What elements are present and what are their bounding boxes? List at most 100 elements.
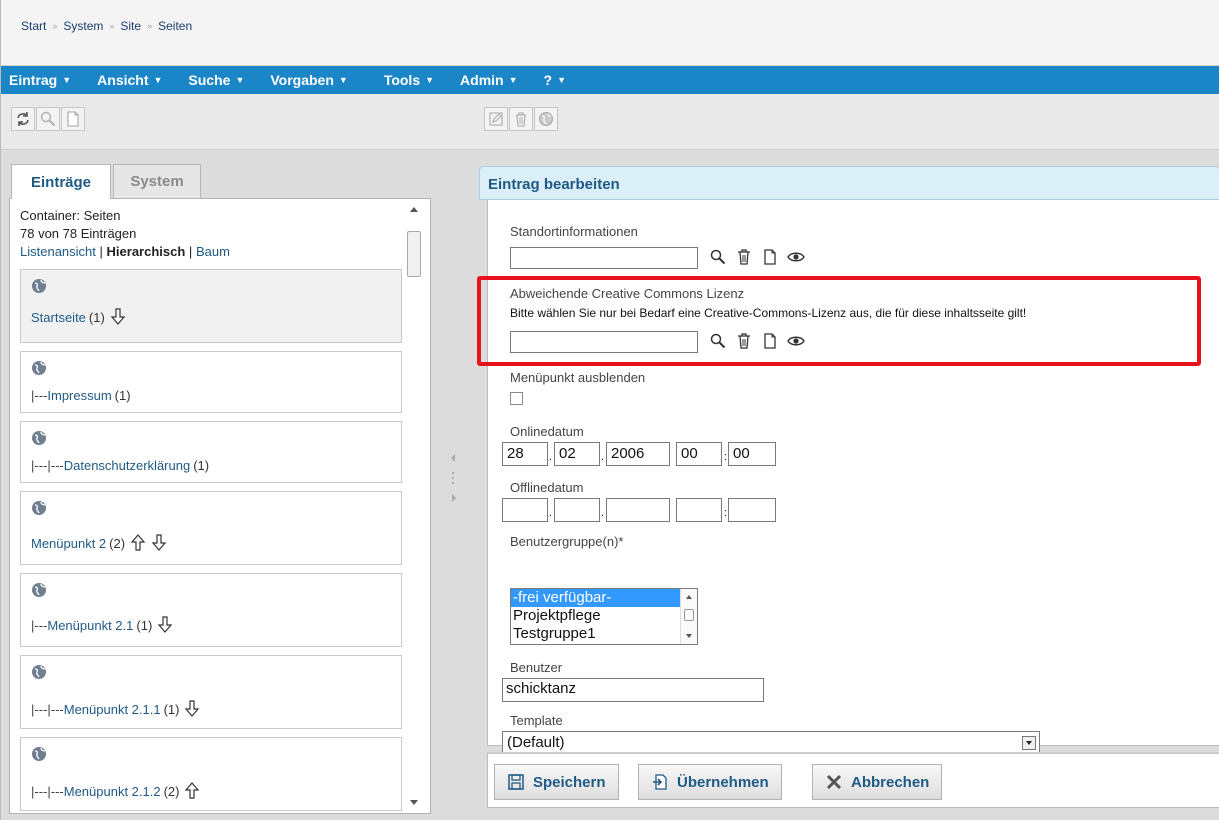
cancel-button[interactable]: Abbrechen xyxy=(812,764,943,800)
save-button[interactable]: Speichern xyxy=(494,764,619,800)
online-day-input[interactable]: 28 xyxy=(502,442,548,466)
list-item[interactable]: |--- Menüpunkt 2.1 (1) xyxy=(20,573,402,647)
entry-title-link[interactable]: Menüpunkt 2.1.1 xyxy=(64,702,161,717)
document-icon xyxy=(67,111,79,127)
scroll-up-icon[interactable] xyxy=(410,207,418,212)
globe-icon[interactable] xyxy=(31,746,47,762)
new-document-button[interactable] xyxy=(61,107,85,131)
user-group-option[interactable]: Projektpflege xyxy=(511,607,697,625)
entry-title-link[interactable]: Menüpunkt 2.1 xyxy=(47,618,133,633)
online-year-input[interactable]: 2006 xyxy=(606,442,670,466)
entry-title-link[interactable]: Menüpunkt 2.1.2 xyxy=(64,784,161,799)
user-group-option[interactable]: -frei verfügbar- xyxy=(511,589,697,607)
list-item[interactable]: |--- Impressum (1) xyxy=(20,351,402,413)
cc-new-button[interactable] xyxy=(758,329,782,353)
date-separator: . xyxy=(549,451,553,463)
trash-icon xyxy=(738,249,750,265)
move-down-arrow-icon[interactable] xyxy=(151,534,167,551)
globe-icon[interactable] xyxy=(31,278,47,294)
entry-tree-prefix: |--- xyxy=(31,618,48,633)
menu-eintrag[interactable]: Eintrag ▼ xyxy=(9,72,71,88)
globe-icon[interactable] xyxy=(31,360,47,376)
move-down-arrow-icon[interactable] xyxy=(157,616,173,633)
menu-admin[interactable]: Admin ▼ xyxy=(460,72,517,88)
scroll-down-icon[interactable] xyxy=(410,800,418,805)
offline-day-input[interactable] xyxy=(502,498,548,522)
online-minute-input[interactable]: 00 xyxy=(728,442,776,466)
move-up-arrow-icon[interactable] xyxy=(130,534,146,551)
standort-view-button[interactable] xyxy=(784,245,808,269)
menu-ansicht[interactable]: Ansicht ▼ xyxy=(97,72,162,88)
standort-search-button[interactable] xyxy=(706,245,730,269)
menu-suche-label: Suche xyxy=(188,72,231,88)
entry-title-link[interactable]: Impressum xyxy=(47,388,111,403)
listbox-scrollbar[interactable] xyxy=(680,589,697,644)
online-month-input[interactable]: 02 xyxy=(554,442,600,466)
edit-button[interactable] xyxy=(484,107,508,131)
entry-title-link[interactable]: Datenschutzerklärung xyxy=(64,458,190,473)
scroll-down-icon[interactable] xyxy=(686,634,692,638)
menu-suche[interactable]: Suche ▼ xyxy=(188,72,244,88)
form-actions: Speichern Übernehmen Abbrechen xyxy=(487,752,1219,808)
move-down-arrow-icon[interactable] xyxy=(110,308,126,325)
move-up-arrow-icon[interactable] xyxy=(184,782,200,799)
cc-delete-button[interactable] xyxy=(732,329,756,353)
refresh-button[interactable] xyxy=(11,107,35,131)
standort-delete-button[interactable] xyxy=(732,245,756,269)
chevron-down-icon[interactable] xyxy=(1022,736,1036,750)
user-groups-listbox[interactable]: -frei verfügbar- Projektpflege Testgrupp… xyxy=(510,588,698,645)
standort-input[interactable] xyxy=(510,247,698,269)
scrollbar-thumb[interactable] xyxy=(684,609,694,621)
globe-icon[interactable] xyxy=(31,582,47,598)
search-button[interactable] xyxy=(36,107,60,131)
offline-minute-input[interactable] xyxy=(728,498,776,522)
cc-search-button[interactable] xyxy=(706,329,730,353)
breadcrumb-system[interactable]: System xyxy=(63,19,103,33)
move-down-arrow-icon[interactable] xyxy=(184,700,200,717)
hide-menu-checkbox[interactable] xyxy=(510,392,523,405)
entry-title-link[interactable]: Menüpunkt 2 xyxy=(31,536,106,551)
menu-tools[interactable]: Tools ▼ xyxy=(384,72,434,88)
cc-license-hint: Bitte wählen Sie nur bei Bedarf eine Cre… xyxy=(510,306,1027,320)
globe-icon xyxy=(539,112,553,126)
view-baum-link[interactable]: Baum xyxy=(196,244,230,259)
menu-help[interactable]: ? ▼ xyxy=(544,72,566,88)
cc-view-button[interactable] xyxy=(784,329,808,353)
apply-button[interactable]: Übernehmen xyxy=(638,764,782,800)
scrollbar-thumb[interactable] xyxy=(407,231,421,277)
hide-menu-label: Menüpunkt ausblenden xyxy=(510,370,646,385)
offline-hour-input[interactable] xyxy=(676,498,722,522)
globe-icon[interactable] xyxy=(31,664,47,680)
offline-year-input[interactable] xyxy=(606,498,670,522)
view-listenansicht-link[interactable]: Listenansicht xyxy=(20,244,96,259)
online-date-fields: 28 . 02 . 2006 00 : 00 xyxy=(502,442,792,468)
list-item[interactable]: |---|--- Menüpunkt 2.1.2 (2) xyxy=(20,737,402,811)
menu-vorgaben[interactable]: Vorgaben ▼ xyxy=(270,72,347,88)
online-hour-input[interactable]: 00 xyxy=(676,442,722,466)
entry-title-link[interactable]: Startseite xyxy=(31,310,86,325)
breadcrumb-seiten[interactable]: Seiten xyxy=(158,19,192,33)
user-input[interactable]: schicktanz xyxy=(502,678,764,702)
tab-system[interactable]: System xyxy=(113,164,201,198)
scroll-up-icon[interactable] xyxy=(686,595,692,599)
list-item[interactable]: Menüpunkt 2 (2) xyxy=(20,491,402,565)
globe-icon[interactable] xyxy=(31,500,47,516)
list-item[interactable]: Startseite (1) xyxy=(20,269,402,343)
list-item[interactable]: |---|--- Datenschutzerklärung (1) xyxy=(20,421,402,483)
breadcrumb-start[interactable]: Start xyxy=(21,19,46,33)
entries-scrollbar[interactable] xyxy=(405,201,423,811)
offline-month-input[interactable] xyxy=(554,498,600,522)
breadcrumb-site[interactable]: Site xyxy=(120,19,141,33)
user-group-option[interactable]: Testgruppe1 xyxy=(511,625,697,643)
document-arrow-icon xyxy=(653,774,667,790)
standort-new-button[interactable] xyxy=(758,245,782,269)
globe-icon[interactable] xyxy=(31,430,47,446)
panel-splitter-handle[interactable] xyxy=(447,450,461,510)
entry-tree-prefix: |---|--- xyxy=(31,458,64,473)
cc-license-input[interactable] xyxy=(510,331,698,353)
publish-button[interactable] xyxy=(534,107,558,131)
view-hierarchisch-active[interactable]: Hierarchisch xyxy=(107,244,186,259)
list-item[interactable]: |---|--- Menüpunkt 2.1.1 (1) xyxy=(20,655,402,729)
delete-button[interactable] xyxy=(509,107,533,131)
tab-eintraege[interactable]: Einträge xyxy=(11,164,111,199)
